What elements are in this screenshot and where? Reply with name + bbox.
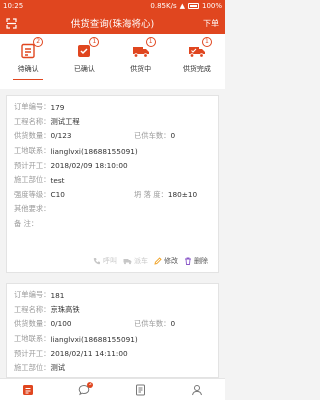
user-icon — [191, 384, 202, 395]
part-row: 施工部位： 测试 — [14, 363, 66, 373]
tab-pending[interactable]: 2 待确认 — [0, 34, 56, 89]
active-tab-indicator — [13, 78, 44, 80]
call-button[interactable]: 呼叫 — [93, 256, 117, 266]
project-row: 工程名称： 测试工程 — [14, 116, 80, 126]
nav-profile[interactable] — [169, 379, 225, 400]
supply-row: 供货数量：0/100 已供车数：0 — [14, 319, 176, 329]
project-name: 京珠高铁 — [50, 304, 80, 314]
signal-icon: ▲ — [179, 2, 185, 10]
phone-icon — [93, 258, 100, 265]
tab-confirmed[interactable]: 1 已确认 — [56, 34, 112, 89]
order-number-row: 订单编号： 179 — [14, 102, 65, 112]
trash-icon — [185, 257, 191, 265]
tab-badge: 1 — [145, 37, 156, 47]
status-bar: 10:25 0.85K/s ▲ 100% — [0, 0, 225, 12]
truck-small-icon — [123, 259, 132, 265]
project-row: 工程名称： 京珠高铁 — [14, 304, 80, 314]
supply-quantity: 0/100 — [50, 319, 72, 329]
card-actions: 呼叫 派车 修改 删除 — [7, 254, 218, 268]
net-speed: 0.85K/s — [150, 2, 177, 10]
part-row: 施工部位： test — [14, 175, 65, 185]
tab-label: 供货完成 — [182, 65, 211, 73]
tab-badge: 1 — [89, 37, 100, 47]
project-name: 测试工程 — [50, 116, 80, 126]
edit-button[interactable]: 修改 — [154, 256, 178, 266]
slump: 180±10 — [167, 189, 198, 199]
dispatch-button[interactable]: 派车 — [123, 256, 148, 266]
trucks-count: 0 — [170, 131, 176, 141]
document-icon — [136, 384, 146, 395]
order-number-row: 订单编号： 181 — [14, 290, 65, 300]
construction-part: test — [50, 175, 65, 185]
supply-quantity: 0/123 — [50, 131, 72, 141]
tab-label: 已确认 — [73, 65, 95, 73]
status-time: 10:25 — [3, 2, 24, 10]
tab-completed[interactable]: 1 供货完成 — [169, 34, 225, 89]
message-badge: 2 — [87, 382, 94, 388]
grade-row: 强度等级：C10 坍 落 度：180±10 — [14, 189, 198, 199]
tab-label: 待确认 — [17, 65, 39, 73]
tab-label: 供货中 — [130, 65, 152, 73]
order-card[interactable]: 订单编号： 181 工程名称： 京珠高铁 供货数量：0/100 已供车数：0 工地联… — [6, 283, 219, 378]
construction-part: 测试 — [50, 363, 66, 373]
scan-icon — [5, 17, 17, 29]
contact: lianglvxi(18688155091) — [50, 334, 138, 344]
start-time: 2018/02/11 14:11:00 — [50, 349, 128, 359]
contact-row: 工地联系： lianglvxi(18688155091) — [14, 334, 138, 344]
contact: lianglvxi(18688155091) — [50, 146, 138, 156]
order-button[interactable]: 下单 — [203, 18, 219, 29]
supply-home-icon — [23, 384, 34, 395]
battery-icon — [187, 3, 199, 9]
trucks-count: 0 — [170, 319, 176, 329]
delete-button[interactable]: 删除 — [184, 256, 208, 266]
nav-messages[interactable]: 2 — [56, 379, 112, 400]
scan-button[interactable] — [0, 12, 22, 34]
tab-badge: 1 — [201, 37, 212, 47]
status-tabs: 2 待确认 1 已确认 1 供货中 1 供货完成 — [0, 34, 225, 89]
nav-reports[interactable] — [113, 379, 169, 400]
contact-row: 工地联系： lianglvxi(18688155091) — [14, 146, 138, 156]
tab-supplying[interactable]: 1 供货中 — [113, 34, 169, 89]
bottom-nav: 2 — [0, 378, 225, 400]
tab-badge: 2 — [33, 37, 44, 47]
order-card[interactable]: 订单编号： 179 工程名称： 测试工程 供货数量：0/123 已供车数：0 工地联… — [6, 95, 219, 273]
nav-supply[interactable] — [0, 379, 56, 400]
edit-icon — [154, 257, 162, 265]
start-time: 2018/02/09 18:10:00 — [50, 161, 128, 171]
page-title: 供货查询(珠海将心) — [70, 19, 155, 30]
battery-percent: 100% — [201, 2, 222, 10]
order-number: 179 — [50, 102, 65, 112]
other-requirements-row: 其他要求： — [14, 204, 51, 214]
remark-row: 备 注： — [14, 219, 39, 229]
order-number: 181 — [50, 290, 65, 300]
start-time-row: 预计开工： 2018/02/11 14:11:00 — [14, 348, 128, 359]
strength-grade: C10 — [50, 189, 65, 199]
supply-row: 供货数量：0/123 已供车数：0 — [14, 131, 176, 141]
start-time-row: 预计开工： 2018/02/09 18:10:00 — [14, 160, 128, 171]
app-header: 供货查询(珠海将心) 下单 — [0, 12, 225, 34]
